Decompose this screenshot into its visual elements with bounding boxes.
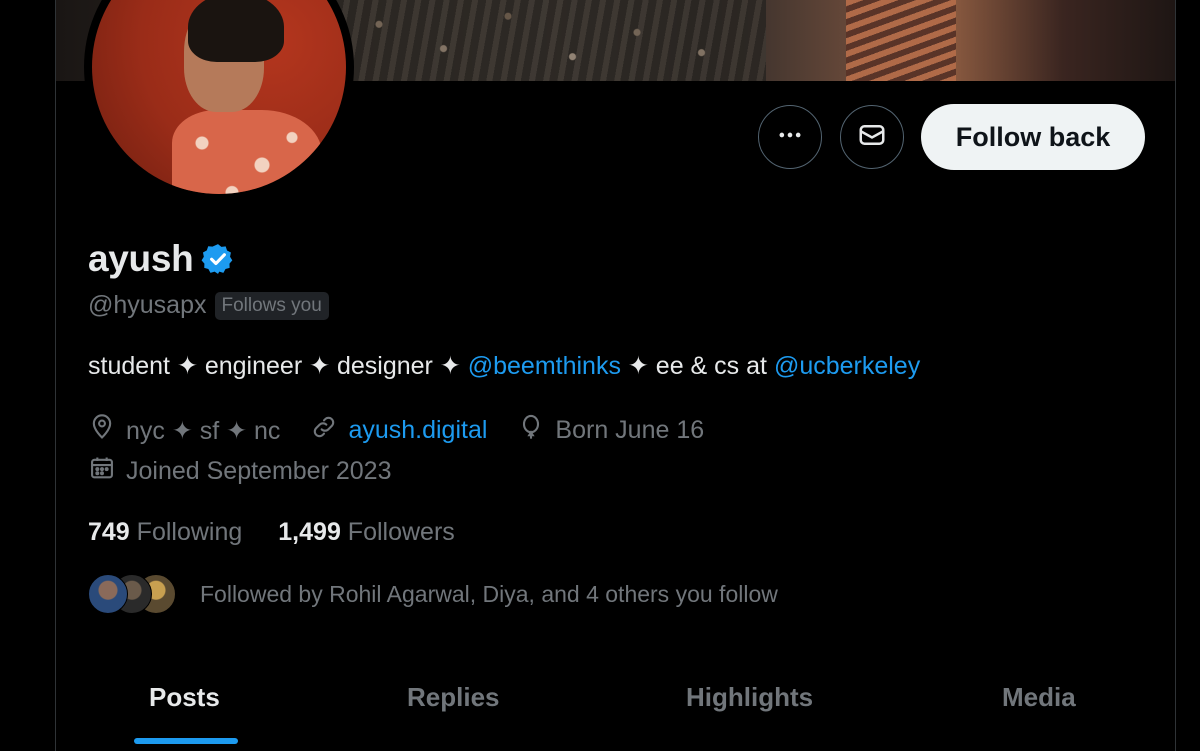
birthday-item: Born June 16 bbox=[517, 413, 704, 448]
avatar-hair bbox=[188, 0, 284, 62]
location-item: nyc ✦ sf ✦ nc bbox=[88, 413, 280, 448]
follows-you-badge: Follows you bbox=[214, 291, 329, 320]
joined-row: Joined September 2023 bbox=[88, 454, 421, 489]
tab-replies[interactable]: Replies bbox=[407, 682, 500, 713]
location-pin-icon bbox=[88, 413, 126, 448]
location-text: nyc ✦ sf ✦ nc bbox=[126, 416, 281, 445]
followers-label: Followers bbox=[347, 518, 455, 546]
bio-mention-beemthinks[interactable]: @beemthinks bbox=[468, 352, 621, 380]
active-tab-indicator bbox=[134, 738, 238, 744]
following-count-link[interactable]: 749 Following bbox=[88, 518, 242, 547]
profile-avatar[interactable] bbox=[84, 0, 354, 202]
followers-count-link[interactable]: 1,499 Followers bbox=[278, 518, 455, 547]
follow-counts: 749 Following 1,499 Followers bbox=[88, 518, 491, 547]
verified-badge-icon[interactable] bbox=[201, 242, 235, 276]
birthday-text: Born June 16 bbox=[555, 416, 705, 444]
following-label: Following bbox=[136, 518, 243, 546]
follow-back-button[interactable]: Follow back bbox=[921, 104, 1145, 170]
mutual-avatars bbox=[88, 574, 180, 614]
tab-posts[interactable]: Posts bbox=[149, 682, 220, 713]
followers-you-know[interactable]: Followed by Rohil Agarwal, Diya, and 4 o… bbox=[88, 574, 778, 614]
envelope-icon bbox=[857, 120, 887, 155]
link-icon bbox=[310, 413, 348, 448]
calendar-icon bbox=[88, 454, 126, 489]
handle-row: @hyusapx Follows you bbox=[88, 291, 329, 320]
column-border-left bbox=[55, 0, 56, 751]
tab-media[interactable]: Media bbox=[1002, 682, 1076, 713]
more-horizontal-icon bbox=[776, 121, 804, 154]
name-row: ayush bbox=[88, 238, 235, 280]
following-count: 749 bbox=[88, 518, 130, 546]
column-border-right bbox=[1175, 0, 1176, 751]
more-options-button[interactable] bbox=[758, 105, 822, 169]
followed-by-text: Followed by Rohil Agarwal, Diya, and 4 o… bbox=[200, 580, 778, 607]
profile-page: Follow back ayush @hyusapx Follows you s… bbox=[0, 0, 1200, 751]
avatar-shirt bbox=[172, 110, 322, 194]
followers-count: 1,499 bbox=[278, 518, 341, 546]
balloon-icon bbox=[517, 413, 555, 448]
bio-text-1: student ✦ engineer ✦ designer ✦ bbox=[88, 352, 468, 380]
bio-mention-ucberkeley[interactable]: @ucberkeley bbox=[774, 352, 920, 380]
banner-stairs bbox=[846, 0, 956, 81]
bio-text: student ✦ engineer ✦ designer ✦ @beemthi… bbox=[88, 351, 920, 381]
avatar bbox=[88, 574, 128, 614]
joined-text: Joined September 2023 bbox=[126, 457, 392, 485]
message-button[interactable] bbox=[840, 105, 904, 169]
profile-tabs: Posts Replies Highlights Media bbox=[56, 660, 1175, 751]
banner-crowd bbox=[336, 0, 766, 81]
website-item[interactable]: ayush.digital bbox=[310, 413, 487, 448]
joined-item: Joined September 2023 bbox=[88, 454, 391, 489]
tab-highlights[interactable]: Highlights bbox=[686, 682, 813, 713]
website-link[interactable]: ayush.digital bbox=[348, 416, 487, 445]
profile-meta-row: nyc ✦ sf ✦ nc ayush.digital Born June 16 bbox=[88, 413, 734, 448]
bio-text-2: ✦ ee & cs at bbox=[620, 352, 774, 380]
avatar-photo bbox=[92, 0, 346, 194]
username-handle: @hyusapx bbox=[88, 291, 207, 319]
display-name: ayush bbox=[88, 238, 194, 279]
